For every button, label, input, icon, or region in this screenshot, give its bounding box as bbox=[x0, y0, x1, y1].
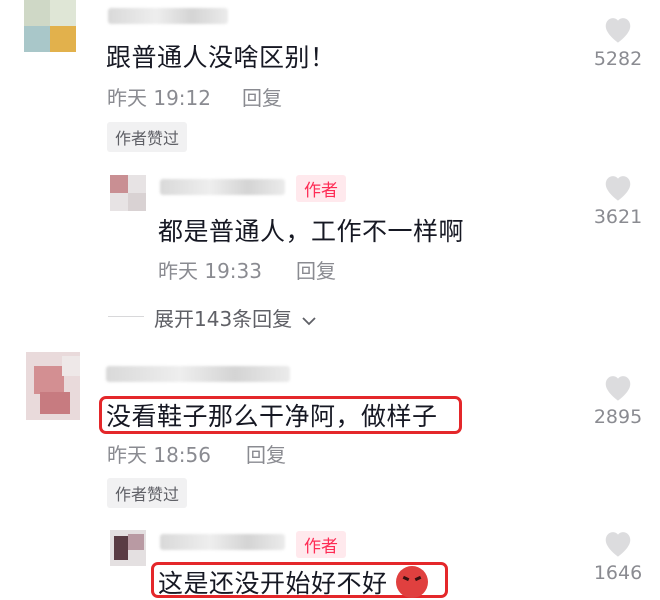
expand-replies-button[interactable]: 展开143条回复 bbox=[154, 303, 317, 331]
like-count: 5282 bbox=[593, 48, 643, 70]
avatar[interactable] bbox=[24, 0, 76, 52]
heart-icon bbox=[605, 176, 631, 201]
like-button[interactable]: 2895 bbox=[588, 372, 648, 428]
comment-text: 没看鞋子那么干净阿，做样子 bbox=[106, 402, 438, 431]
reply-button[interactable]: 回复 bbox=[242, 82, 282, 111]
like-count: 2895 bbox=[593, 406, 643, 428]
comment-timestamp: 昨天 19:12 bbox=[107, 86, 211, 110]
avatar[interactable] bbox=[110, 530, 146, 566]
like-count: 3621 bbox=[593, 206, 643, 228]
author-liked-badge: 作者赞过 bbox=[107, 478, 188, 508]
like-button[interactable]: 5282 bbox=[588, 14, 648, 70]
like-button[interactable]: 3621 bbox=[588, 172, 648, 228]
heart-icon bbox=[605, 18, 631, 43]
expand-replies-label: 展开143条回复 bbox=[154, 307, 293, 331]
heart-icon bbox=[605, 532, 631, 557]
chevron-down-icon bbox=[302, 317, 316, 326]
reply-button[interactable]: 回复 bbox=[246, 439, 286, 468]
author-liked-badge: 作者赞过 bbox=[107, 122, 188, 152]
reply-button[interactable]: 回复 bbox=[296, 255, 336, 284]
comment-timestamp: 昨天 19:33 bbox=[158, 259, 262, 283]
angry-emoji-icon bbox=[396, 566, 428, 598]
author-tag: 作者 bbox=[296, 531, 346, 558]
comment-text: 都是普通人，工作不一样啊 bbox=[158, 217, 465, 246]
heart-icon bbox=[605, 376, 631, 401]
comment-text: 这是还没开始好不好 bbox=[158, 569, 388, 598]
author-tag: 作者 bbox=[296, 175, 346, 202]
username-blurred[interactable] bbox=[108, 8, 228, 24]
comment-timestamp: 昨天 18:56 bbox=[107, 443, 211, 467]
avatar[interactable] bbox=[110, 175, 146, 211]
username-blurred[interactable] bbox=[160, 179, 285, 195]
expand-divider bbox=[108, 316, 144, 317]
username-blurred[interactable] bbox=[160, 534, 285, 550]
username-blurred[interactable] bbox=[106, 366, 290, 382]
comment-text: 跟普通人没啥区别！ bbox=[106, 43, 336, 72]
like-count: 1646 bbox=[593, 562, 643, 584]
avatar[interactable] bbox=[26, 352, 80, 420]
like-button[interactable]: 1646 bbox=[588, 528, 648, 584]
